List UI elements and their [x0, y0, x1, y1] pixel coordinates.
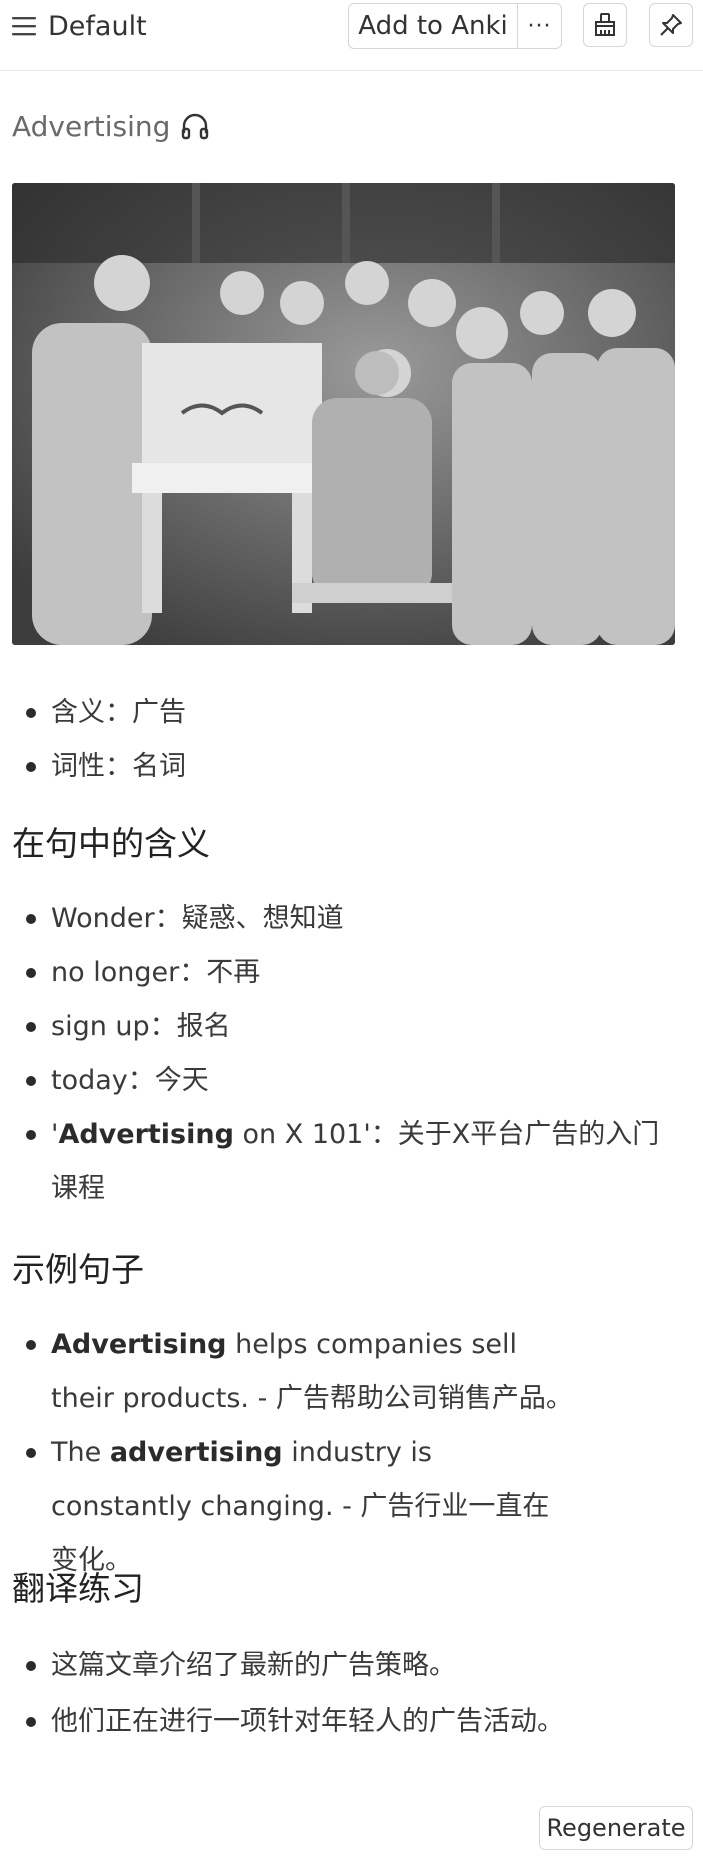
item-bold: Advertising — [58, 1119, 234, 1150]
basic-info-list: 含义：广告 词性：名词 — [0, 686, 703, 794]
examples-list: Advertising helps companies sell their p… — [0, 1318, 703, 1588]
list-item: today：今天 — [0, 1054, 703, 1108]
hamburger-menu-icon — [12, 17, 36, 36]
practice-list: 这篇文章介绍了最新的广告策略。 他们正在进行一项针对年轻人的广告活动。 — [0, 1638, 703, 1750]
pin-button[interactable] — [649, 3, 693, 47]
list-item: sign up：报名 — [0, 1000, 703, 1054]
list-item: 'Advertising on X 101'：关于X平台广告的入门课程 — [0, 1108, 703, 1216]
item-post: sign up：报名 — [51, 1011, 231, 1042]
deck-name: Default — [48, 10, 147, 42]
pronounce-button[interactable] — [180, 111, 210, 141]
clear-button[interactable] — [583, 3, 627, 47]
list-item: 他们正在进行一项针对年轻人的广告活动。 — [0, 1694, 703, 1750]
word-heading: Advertising — [12, 106, 210, 146]
regenerate-button[interactable]: Regenerate — [539, 1806, 693, 1850]
list-item: Advertising helps companies sell their p… — [0, 1318, 703, 1426]
section-title-examples: 示例句子 — [12, 1250, 144, 1289]
broom-icon — [595, 13, 615, 36]
item-bold: Advertising — [51, 1329, 227, 1360]
list-item: 含义：广告 — [0, 686, 703, 740]
list-item: 词性：名词 — [0, 740, 703, 794]
list-item: no longer：不再 — [0, 946, 703, 1000]
item-bold: advertising — [109, 1437, 283, 1468]
list-item: 这篇文章介绍了最新的广告策略。 — [0, 1638, 703, 1694]
section-title-practice: 翻译练习 — [12, 1569, 144, 1608]
context-list: Wonder：疑惑、想知道 no longer：不再 sign up：报名 to… — [0, 892, 703, 1216]
word-illustration-image — [12, 183, 675, 645]
top-toolbar: Default Add to Anki ··· — [0, 0, 703, 71]
item-post: Wonder：疑惑、想知道 — [51, 903, 344, 934]
item-post: no longer：不再 — [51, 957, 261, 988]
section-title-context: 在句中的含义 — [12, 824, 210, 863]
item-post: today：今天 — [51, 1065, 209, 1096]
deck-selector[interactable]: Default — [12, 6, 147, 46]
list-item: Wonder：疑惑、想知道 — [0, 892, 703, 946]
add-to-anki-button[interactable]: Add to Anki — [349, 4, 518, 48]
more-options-button[interactable]: ··· — [518, 4, 561, 48]
add-to-anki-group: Add to Anki ··· — [348, 3, 562, 49]
pin-icon — [660, 14, 682, 36]
headphones-icon — [182, 113, 209, 140]
item-pre: The — [51, 1437, 110, 1468]
word-term: Advertising — [12, 109, 171, 143]
